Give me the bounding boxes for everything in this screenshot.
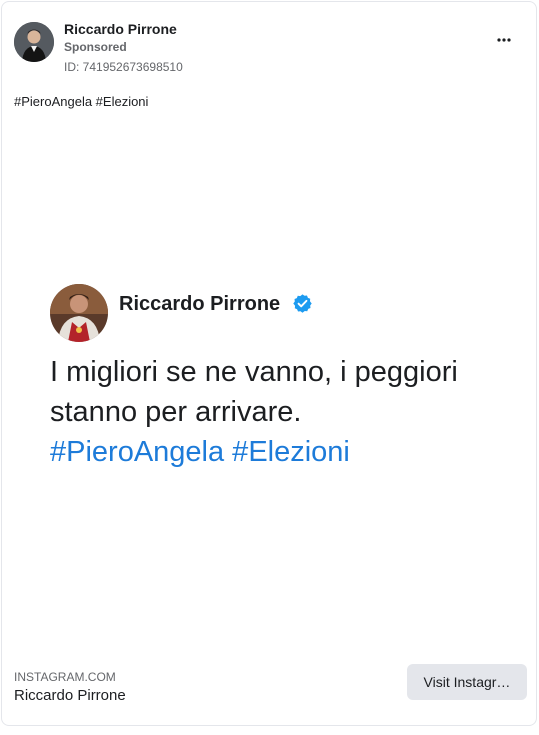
post-media-image[interactable]: Riccardo Pirrone I migliori se ne vanno,…	[2, 122, 536, 650]
author-avatar[interactable]	[14, 22, 54, 62]
ad-id: ID: 741952673698510	[64, 60, 183, 74]
post-header: Riccardo Pirrone Sponsored ID: 741952673…	[14, 20, 524, 76]
post-caption: #PieroAngela #Elezioni	[14, 94, 149, 109]
link-title: Riccardo Pirrone	[14, 687, 126, 704]
visit-instagram-button[interactable]: Visit Instagr…	[407, 664, 527, 700]
avatar-image	[14, 22, 54, 62]
author-name[interactable]: Riccardo Pirrone	[64, 20, 183, 38]
tweet-text: I migliori se ne vanno, i peggiori stann…	[50, 352, 520, 472]
verified-badge-icon	[293, 294, 312, 313]
more-options-button[interactable]	[494, 30, 514, 50]
ad-card: Riccardo Pirrone Sponsored ID: 741952673…	[1, 1, 537, 726]
tweet-avatar-image	[50, 284, 108, 342]
more-horizontal-icon	[497, 38, 511, 42]
sponsored-label: Sponsored	[64, 40, 127, 54]
author-meta: Riccardo Pirrone Sponsored ID: 741952673…	[64, 20, 183, 76]
tweet-hashtags: #PieroAngela #Elezioni	[50, 436, 350, 468]
tweet-author-name: Riccardo Pirrone	[119, 293, 281, 315]
link-domain: INSTAGRAM.COM	[14, 670, 116, 684]
tweet-text-line-1: I migliori se ne vanno, i peggiori	[50, 356, 458, 388]
tweet-author-avatar	[50, 284, 108, 342]
link-preview-footer[interactable]: INSTAGRAM.COM Riccardo Pirrone Visit Ins…	[2, 652, 536, 716]
tweet-text-line-2: stanno per arrivare.	[50, 396, 302, 428]
